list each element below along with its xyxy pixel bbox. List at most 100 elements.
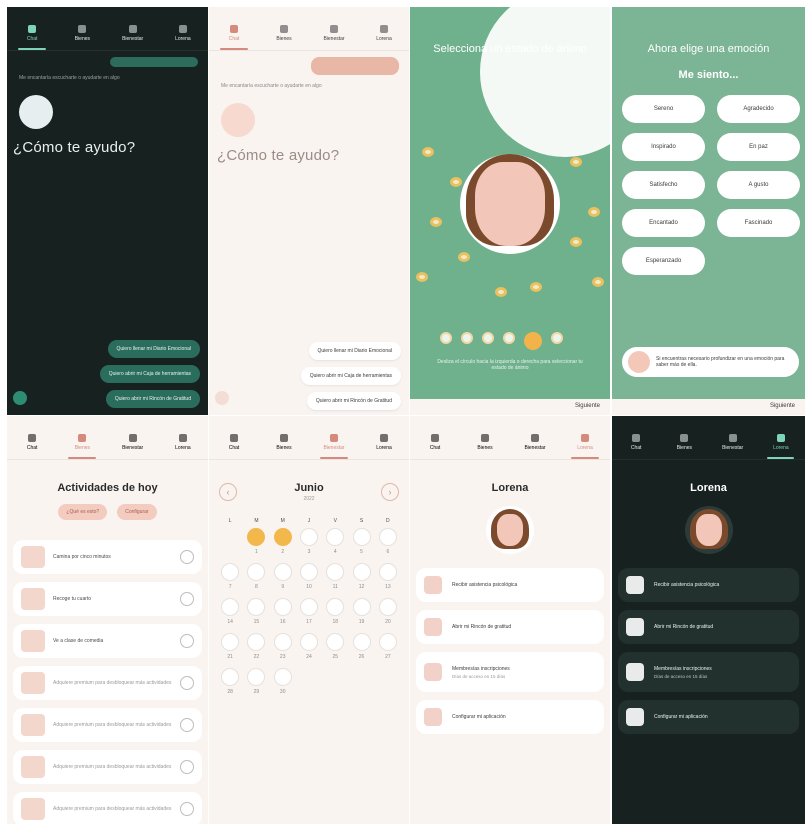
calendar-day[interactable]: 20 — [375, 598, 401, 625]
calendar-day[interactable]: 22 — [243, 633, 269, 660]
next-button[interactable]: Siguiente — [770, 403, 795, 409]
mood-dot[interactable] — [482, 332, 494, 344]
tab-bienes[interactable]: Bienes — [57, 17, 107, 50]
menu-item-memberships[interactable]: Membresías inscripciones Días de acceso e… — [618, 652, 799, 692]
calendar-day[interactable]: 17 — [296, 598, 322, 625]
emotion-note[interactable]: Si encuentras necesario profundizar en u… — [622, 347, 799, 377]
tab-bienes[interactable]: Bienes — [660, 426, 708, 459]
tab-chat[interactable]: Chat — [209, 17, 259, 50]
tab-bienes[interactable]: Bienes — [460, 426, 510, 459]
calendar-day[interactable]: 12 — [348, 563, 374, 590]
tab-chat[interactable]: Chat — [410, 426, 460, 459]
calendar-day[interactable]: 18 — [322, 598, 348, 625]
calendar-day[interactable]: 6 — [375, 528, 401, 555]
calendar-day[interactable]: 14 — [217, 598, 243, 625]
tab-profile[interactable]: Lorena — [757, 426, 805, 459]
menu-item-settings[interactable]: Configurar mi aplicación — [618, 700, 799, 734]
tab-bienestar[interactable]: Bienestar — [108, 17, 158, 50]
quick-action-toolbox[interactable]: Quiero abrir mi Caja de herramientas — [300, 367, 401, 385]
tab-chat[interactable]: Chat — [7, 426, 57, 459]
menu-item-gratitude[interactable]: Abrir mi Rincón de gratitud — [416, 610, 604, 644]
menu-item-psychological-assistance[interactable]: Recibir asistencia psicológica — [618, 568, 799, 602]
tab-profile[interactable]: Lorena — [158, 17, 208, 50]
calendar-day[interactable]: 30 — [270, 668, 296, 695]
quick-action-diary[interactable]: Quiero llenar mi Diario Emocional — [107, 340, 200, 358]
calendar-day[interactable]: 19 — [348, 598, 374, 625]
calendar-day[interactable]: 9 — [270, 563, 296, 590]
calendar-day[interactable]: 21 — [217, 633, 243, 660]
configure-chip[interactable]: Configurar — [117, 504, 157, 520]
tab-profile[interactable]: Lorena — [560, 426, 610, 459]
what-is-this-chip[interactable]: ¿Qué es esto? — [58, 504, 108, 520]
calendar-day[interactable]: 4 — [322, 528, 348, 555]
calendar-day[interactable]: 16 — [270, 598, 296, 625]
calendar-day[interactable]: 3 — [296, 528, 322, 555]
calendar-day[interactable]: 5 — [348, 528, 374, 555]
activity-item[interactable]: Ve a clase de comedia — [13, 624, 202, 658]
tab-chat[interactable]: Chat — [7, 17, 57, 50]
check-icon[interactable] — [180, 550, 194, 564]
menu-item-memberships[interactable]: Membresías inscripciones Días de acceso e… — [416, 652, 604, 692]
tab-bienestar[interactable]: Bienestar — [309, 17, 359, 50]
previous-month-button[interactable]: ‹ — [219, 483, 237, 501]
calendar-day[interactable]: 11 — [322, 563, 348, 590]
quick-action-gratitude[interactable]: Quiero abrir mi Rincón de Gratitud — [306, 392, 401, 410]
quick-action-toolbox[interactable]: Quiero abrir mi Caja de herramientas — [99, 365, 200, 383]
tab-bienestar[interactable]: Bienestar — [709, 426, 757, 459]
emotion-option[interactable]: A gusto — [717, 171, 800, 199]
calendar-day[interactable]: 26 — [348, 633, 374, 660]
calendar-day[interactable]: 23 — [270, 633, 296, 660]
mood-selector[interactable] — [440, 332, 563, 350]
activity-item-locked[interactable]: Adquiere premium para desbloquear más ac… — [13, 666, 202, 700]
activity-item-locked[interactable]: Adquiere premium para desbloquear más ac… — [13, 750, 202, 784]
next-month-button[interactable]: › — [381, 483, 399, 501]
mood-dot[interactable] — [551, 332, 563, 344]
calendar-day[interactable]: 8 — [243, 563, 269, 590]
emotion-option[interactable]: Esperanzado — [622, 247, 705, 275]
next-button[interactable]: Siguiente — [575, 403, 600, 409]
tab-profile[interactable]: Lorena — [158, 426, 208, 459]
floating-button[interactable] — [215, 391, 229, 405]
calendar-day[interactable]: 24 — [296, 633, 322, 660]
emotion-option[interactable]: En paz — [717, 133, 800, 161]
calendar-day[interactable]: 7 — [217, 563, 243, 590]
calendar-day[interactable]: 27 — [375, 633, 401, 660]
emotion-option[interactable]: Satisfecho — [622, 171, 705, 199]
calendar-day[interactable]: 25 — [322, 633, 348, 660]
floating-button[interactable] — [13, 391, 27, 405]
calendar-day[interactable]: 29 — [243, 668, 269, 695]
calendar-day[interactable]: 2 — [270, 528, 296, 555]
calendar-day[interactable]: 10 — [296, 563, 322, 590]
tab-bienes[interactable]: Bienes — [57, 426, 107, 459]
tab-bienestar[interactable]: Bienestar — [309, 426, 359, 459]
activity-item-locked[interactable]: Adquiere premium para desbloquear más ac… — [13, 792, 202, 824]
calendar-day[interactable]: 28 — [217, 668, 243, 695]
menu-item-gratitude[interactable]: Abrir mi Rincón de gratitud — [618, 610, 799, 644]
tab-bienes[interactable]: Bienes — [259, 426, 309, 459]
emotion-option[interactable]: Sereno — [622, 95, 705, 123]
emotion-option[interactable]: Inspirado — [622, 133, 705, 161]
calendar-day[interactable]: 15 — [243, 598, 269, 625]
tab-profile[interactable]: Lorena — [359, 17, 409, 50]
activity-item[interactable]: Recoge tu cuarto — [13, 582, 202, 616]
tab-bienes[interactable]: Bienes — [259, 17, 309, 50]
calendar-day[interactable]: 1 — [243, 528, 269, 555]
mood-dot-selected[interactable] — [524, 332, 542, 350]
calendar-day[interactable]: 13 — [375, 563, 401, 590]
quick-action-diary[interactable]: Quiero llenar mi Diario Emocional — [308, 342, 401, 360]
tab-chat[interactable]: Chat — [612, 426, 660, 459]
menu-item-settings[interactable]: Configurar mi aplicación — [416, 700, 604, 734]
activity-item[interactable]: Camina por cinco minutos — [13, 540, 202, 574]
tab-bienestar[interactable]: Bienestar — [108, 426, 158, 459]
menu-item-psychological-assistance[interactable]: Recibir asistencia psicológica — [416, 568, 604, 602]
tab-bienestar[interactable]: Bienestar — [510, 426, 560, 459]
activity-item-locked[interactable]: Adquiere premium para desbloquear más ac… — [13, 708, 202, 742]
quick-action-gratitude[interactable]: Quiero abrir mi Rincón de Gratitud — [105, 390, 200, 408]
emotion-option[interactable]: Fascinado — [717, 209, 800, 237]
emotion-option[interactable]: Encantado — [622, 209, 705, 237]
tab-profile[interactable]: Lorena — [359, 426, 409, 459]
mood-dot[interactable] — [503, 332, 515, 344]
tab-chat[interactable]: Chat — [209, 426, 259, 459]
check-icon[interactable] — [180, 634, 194, 648]
mood-dot[interactable] — [461, 332, 473, 344]
